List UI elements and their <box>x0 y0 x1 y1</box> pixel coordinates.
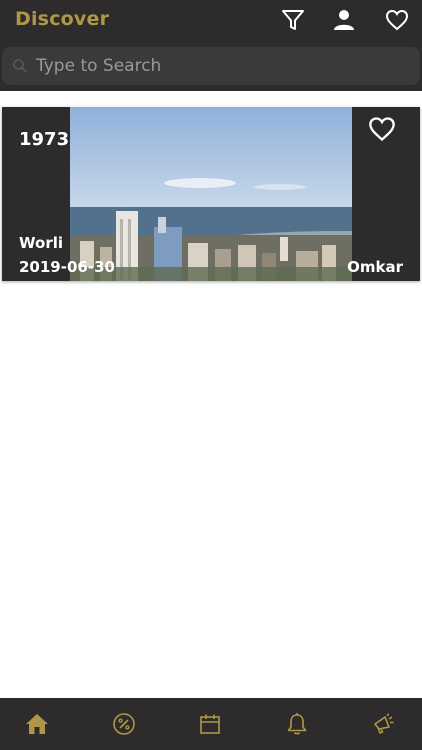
card-photo <box>70 107 352 281</box>
top-bar: Discover <box>0 0 422 91</box>
bottom-tab-bar <box>0 698 422 750</box>
page-title: Discover <box>15 8 110 30</box>
percent-icon[interactable] <box>111 711 137 737</box>
filter-icon[interactable] <box>279 6 307 34</box>
search-input[interactable] <box>34 55 398 77</box>
home-icon[interactable] <box>24 711 50 737</box>
favorite-heart-icon[interactable] <box>368 116 396 142</box>
card-date: 2019-06-30 <box>19 258 115 276</box>
user-icon[interactable] <box>330 6 358 34</box>
calendar-icon[interactable] <box>197 711 223 737</box>
card-year: 1973 <box>19 129 70 150</box>
search-bar[interactable] <box>2 47 420 85</box>
card-author: Omkar <box>347 258 403 276</box>
search-icon <box>12 57 30 75</box>
card-location: Worli <box>19 234 63 252</box>
bell-icon[interactable] <box>284 711 310 737</box>
megaphone-icon[interactable] <box>371 711 397 737</box>
discover-card[interactable]: 1973 Worli 2019-06-30 Omkar <box>2 107 420 281</box>
heart-icon[interactable] <box>383 6 411 34</box>
